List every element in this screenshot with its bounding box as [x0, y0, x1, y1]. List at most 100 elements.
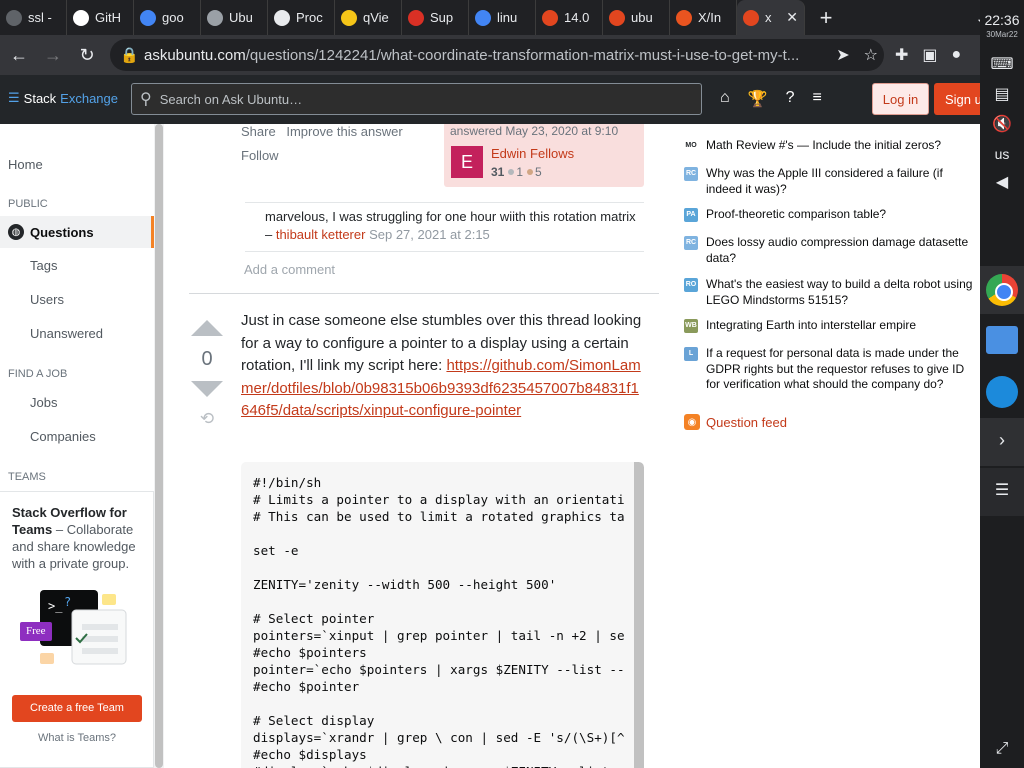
stackexchange-logo[interactable]: ☰ Stack Exchange — [8, 90, 118, 106]
upvote-arrow-icon[interactable] — [191, 320, 223, 336]
hot-question-item[interactable]: MO Math Review #'s — Include the initial … — [684, 138, 974, 154]
files-app-icon[interactable] — [986, 326, 1018, 354]
collapse-arrow-icon[interactable]: ◀ — [980, 172, 1024, 192]
browser-tab[interactable]: ubu — [603, 0, 670, 35]
answer-body: Just in case someone else stumbles over … — [241, 310, 646, 423]
search-placeholder: Search on Ask Ubuntu… — [159, 91, 303, 107]
nav-section-find-job: FIND A JOB — [8, 368, 68, 380]
bookmark-star-icon[interactable]: ☆ — [864, 45, 878, 65]
reload-icon[interactable]: ↻ — [72, 45, 102, 66]
nav-home[interactable]: Home — [8, 157, 43, 172]
nav-tags[interactable]: Tags — [30, 258, 57, 273]
user-name-link[interactable]: Edwin Fellows — [491, 146, 574, 161]
new-tab-icon[interactable]: + — [809, 5, 843, 31]
site-switcher-icon[interactable]: ≡ — [813, 89, 822, 109]
revision-history-icon[interactable]: ⟲ — [191, 409, 223, 429]
back-icon[interactable]: ← — [4, 45, 34, 66]
follow-link[interactable]: Follow — [241, 148, 279, 163]
hot-question-item[interactable]: RO What's the easiest way to build a delt… — [684, 277, 974, 308]
google-icon — [475, 9, 491, 26]
browser-tab[interactable]: x ✕ — [737, 0, 805, 35]
support-icon — [408, 9, 424, 26]
profile-icon[interactable]: ● — [952, 46, 962, 64]
browser-tab[interactable]: 14.0 — [536, 0, 603, 35]
chevron-right-icon[interactable]: › — [980, 430, 1024, 451]
add-comment-link[interactable]: Add a comment — [244, 262, 335, 277]
extensions-puzzle-icon[interactable]: ✚ — [895, 45, 908, 65]
left-scroll-thumb[interactable] — [155, 124, 163, 768]
signup-button[interactable]: Sign up — [934, 83, 984, 115]
nav-questions-label: Questions — [30, 224, 94, 240]
browser-tab[interactable]: goo — [134, 0, 201, 35]
toolbar-right: ✚ ▣ ● — [895, 35, 961, 75]
improve-answer-link[interactable]: Improve this answer — [286, 124, 402, 139]
tab-close-icon[interactable]: ✕ — [786, 9, 798, 26]
logo-text-stack: Stack — [23, 90, 57, 106]
browser-tab[interactable]: Ubu — [201, 0, 268, 35]
side-panel-icon[interactable]: ▣ — [922, 45, 937, 65]
hot-question-item[interactable]: PA Proof-theoretic comparison table? — [684, 207, 974, 223]
inbox-icon[interactable]: ⌂ — [720, 89, 730, 109]
browser-tab-strip: ssl - GitH goo Ubu Proc qVie Sup linu 14.0 ubu X/I… — [0, 0, 980, 35]
hot-question-item[interactable]: RC Does lossy audio compression damage da… — [684, 235, 974, 266]
input-language[interactable]: us — [980, 146, 1024, 162]
send-icon[interactable]: ➤ — [836, 45, 849, 65]
hot-question-title: Why was the Apple III considered a failu… — [706, 166, 943, 196]
nav-unanswered[interactable]: Unanswered — [30, 326, 103, 341]
site-search-input[interactable]: ⚲ Search on Ask Ubuntu… — [131, 83, 702, 115]
code-scrollbar[interactable] — [634, 462, 644, 768]
question-feed-link[interactable]: ◉ Question feed — [684, 414, 787, 430]
browser-toolbar: ← → ↻ 🔒 askubuntu.com/questions/1242241/… — [0, 35, 980, 75]
answer-user-card: answered May 23, 2020 at 9:10 E Edwin Fe… — [444, 124, 644, 187]
volume-muted-icon[interactable]: 🔇 — [980, 114, 1024, 134]
site-favicon-icon: MO — [684, 139, 698, 153]
browser-tab-label: ubu — [631, 10, 653, 25]
browser-tab[interactable]: linu — [469, 0, 536, 35]
hot-question-item[interactable]: L If a request for personal data is made … — [684, 346, 974, 393]
browser-tab[interactable]: ssl - — [0, 0, 67, 35]
login-button[interactable]: Log in — [872, 83, 929, 115]
nav-companies[interactable]: Companies — [30, 429, 96, 444]
help-icon[interactable]: ? — [786, 89, 795, 109]
hot-question-item[interactable]: WB Integrating Earth into interstellar em… — [684, 318, 974, 334]
clipboard-icon[interactable]: ▤ — [980, 84, 1024, 104]
keyboard-icon[interactable]: ⌨ — [980, 54, 1024, 74]
browser-tab[interactable]: X/In — [670, 0, 737, 35]
browser-tab[interactable]: Sup — [402, 0, 469, 35]
browser-tab[interactable]: Proc — [268, 0, 335, 35]
browser-tab[interactable]: qVie — [335, 0, 402, 35]
accessibility-icon[interactable]: ⤢ — [980, 740, 1024, 758]
system-clock[interactable]: 22:36 — [980, 12, 1024, 28]
hot-question-title: If a request for personal data is made u… — [706, 346, 965, 391]
address-bar[interactable]: 🔒 askubuntu.com/questions/1242241/what-c… — [110, 39, 884, 71]
lock-icon[interactable]: 🔒 — [120, 46, 139, 64]
browser-tab[interactable]: GitH — [67, 0, 134, 35]
browser-tab-label: X/In — [698, 10, 722, 25]
forward-icon[interactable]: → — [38, 45, 68, 66]
left-sidebar-scrollbar[interactable] — [154, 124, 164, 768]
avatar[interactable]: E — [451, 146, 483, 178]
chrome-app-icon[interactable] — [986, 274, 1018, 306]
browser-tab-label: linu — [497, 10, 518, 25]
nav-questions[interactable]: ◍ Questions — [0, 216, 154, 248]
browser-tab-label: 14.0 — [564, 10, 590, 25]
create-free-team-button[interactable]: Create a free Team — [12, 695, 142, 722]
settings-sliders-icon[interactable]: ☰ — [980, 480, 1024, 500]
comment-user-link[interactable]: thibault ketterer — [276, 227, 366, 242]
hot-question-item[interactable]: RC Why was the Apple III considered a fai… — [684, 166, 974, 197]
code-block[interactable]: #!/bin/sh # Limits a pointer to a displa… — [241, 462, 644, 768]
browser-tab-label: Proc — [296, 10, 323, 25]
globe-icon — [207, 9, 223, 26]
share-link[interactable]: Share — [241, 124, 276, 139]
downvote-arrow-icon[interactable] — [191, 381, 223, 397]
nav-users[interactable]: Users — [30, 292, 64, 307]
site-favicon-icon: RO — [684, 278, 698, 292]
comment-date[interactable]: Sep 27, 2021 at 2:15 — [369, 227, 490, 242]
launcher-app-icon[interactable] — [986, 376, 1018, 408]
omnibox-actions: ➤ ☆ — [836, 45, 878, 65]
what-is-teams-link[interactable]: What is Teams? — [0, 730, 154, 747]
nav-jobs[interactable]: Jobs — [30, 395, 57, 410]
achievements-trophy-icon[interactable]: 🏆 — [748, 89, 768, 109]
silver-badge-icon — [508, 169, 515, 175]
hot-question-title: What's the easiest way to build a delta … — [706, 277, 973, 307]
